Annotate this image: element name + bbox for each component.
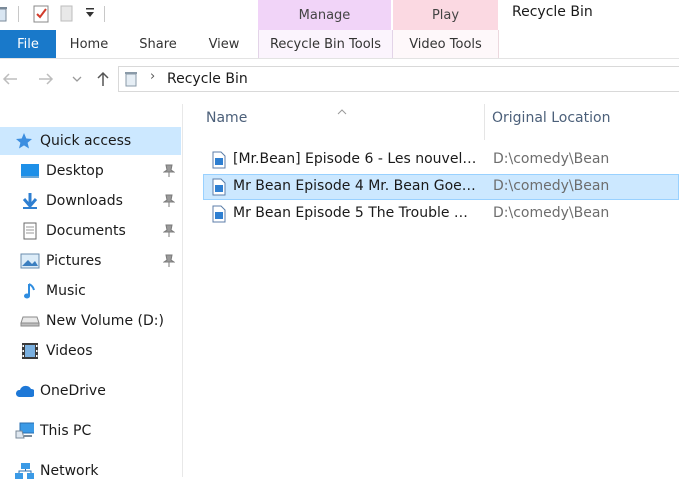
- tab-video-tools[interactable]: Video Tools: [393, 30, 499, 58]
- pictures-icon: [20, 252, 40, 270]
- pin-icon[interactable]: [162, 254, 176, 272]
- video-file-icon: [212, 205, 226, 227]
- sidebar-item-label: OneDrive: [40, 383, 106, 399]
- sidebar-item-documents[interactable]: Documents: [20, 217, 181, 245]
- sidebar-item-music[interactable]: Music: [20, 277, 181, 305]
- window-title: Recycle Bin: [512, 4, 593, 20]
- cloud-icon: [14, 382, 34, 400]
- sidebar-item-onedrive[interactable]: OneDrive: [14, 377, 181, 405]
- ribbon-tab-bar: File Home Share View Recycle Bin Tools V…: [0, 30, 679, 59]
- sidebar-item-downloads[interactable]: Downloads: [20, 187, 181, 215]
- properties-checkmark-icon[interactable]: [33, 4, 50, 27]
- column-header-original-location[interactable]: Original Location: [492, 110, 610, 126]
- video-file-icon: [212, 151, 226, 173]
- sidebar-item-desktop[interactable]: Desktop: [20, 157, 181, 185]
- sidebar-item-network[interactable]: Network: [14, 457, 181, 485]
- file-row[interactable]: [Mr.Bean] Episode 6 - Les nouvelles aven…: [203, 147, 679, 173]
- sidebar-item-label: Desktop: [46, 163, 104, 179]
- column-divider[interactable]: [484, 104, 485, 140]
- forward-arrow-icon[interactable]: [36, 68, 56, 90]
- tab-file[interactable]: File: [0, 30, 56, 58]
- computer-icon: [14, 422, 34, 440]
- column-header-name[interactable]: Name: [206, 110, 247, 126]
- drive-icon: [20, 312, 40, 330]
- sidebar-item-this-pc[interactable]: This PC: [14, 417, 181, 445]
- music-note-icon: [20, 282, 40, 300]
- pin-icon[interactable]: [162, 194, 176, 212]
- sidebar-item-label: Downloads: [46, 193, 123, 209]
- toolbar-separator: [104, 6, 105, 22]
- recycle-bin-icon: [0, 6, 8, 26]
- star-icon: [14, 132, 34, 150]
- recycle-bin-icon: [124, 71, 138, 91]
- documents-icon: [20, 222, 40, 240]
- up-arrow-icon[interactable]: [93, 68, 113, 90]
- download-arrow-icon: [20, 192, 40, 210]
- sidebar-item-videos[interactable]: Videos: [20, 337, 181, 365]
- tab-recycle-bin-tools[interactable]: Recycle Bin Tools: [258, 30, 393, 58]
- sidebar-item-quick-access[interactable]: Quick access: [0, 127, 181, 155]
- sidebar-item-label: Quick access: [40, 133, 132, 149]
- tab-view[interactable]: View: [194, 30, 254, 58]
- tab-share[interactable]: Share: [124, 30, 192, 58]
- sidebar-item-new-volume[interactable]: New Volume (D:): [20, 307, 181, 335]
- play-label: Play: [431, 7, 460, 23]
- file-name: [Mr.Bean] Episode 6 - Les nouvelles aven…: [233, 151, 477, 167]
- sidebar-item-label: Documents: [46, 223, 126, 239]
- video-file-icon: [212, 178, 226, 200]
- desktop-icon: [20, 162, 40, 180]
- toolbar-separator: [18, 6, 19, 22]
- new-folder-icon[interactable]: [60, 4, 74, 27]
- sidebar-item-pictures[interactable]: Pictures: [20, 247, 181, 275]
- pin-icon[interactable]: [162, 164, 176, 182]
- sidebar-item-label: Videos: [46, 343, 93, 359]
- sidebar-item-label: New Volume (D:): [46, 313, 164, 329]
- file-name: Mr Bean Episode 4 Mr. Bean Goes to Town: [233, 178, 477, 194]
- file-name: Mr Bean Episode 5 The Trouble with Mr. B…: [233, 205, 477, 221]
- play-context-header: Play: [393, 0, 498, 30]
- manage-context-header: Manage: [258, 0, 391, 30]
- sidebar-item-label: This PC: [40, 423, 92, 439]
- file-original-location: D:\comedy\Bean: [493, 205, 610, 221]
- file-original-location: D:\comedy\Bean: [493, 151, 610, 167]
- breadcrumb-chevron-icon[interactable]: ›: [150, 69, 155, 84]
- file-row[interactable]: Mr Bean Episode 5 The Trouble with Mr. B…: [203, 201, 679, 227]
- pin-icon[interactable]: [162, 224, 176, 242]
- title-bar: Manage Play Recycle Bin: [0, 0, 679, 30]
- sort-ascending-chevron-icon: [337, 103, 347, 119]
- film-icon: [20, 342, 40, 360]
- network-icon: [14, 462, 34, 480]
- customize-quick-access-dropdown-icon[interactable]: [85, 7, 95, 23]
- back-arrow-icon[interactable]: [0, 68, 20, 90]
- recent-locations-chevron-icon[interactable]: [70, 68, 84, 90]
- breadcrumb[interactable]: Recycle Bin: [167, 71, 248, 87]
- file-row-selected[interactable]: Mr Bean Episode 4 Mr. Bean Goes to Town …: [203, 174, 679, 200]
- sidebar-item-label: Music: [46, 283, 86, 299]
- manage-label: Manage: [298, 7, 351, 23]
- file-original-location: D:\comedy\Bean: [493, 178, 610, 194]
- tab-home[interactable]: Home: [56, 30, 122, 58]
- sidebar-item-label: Pictures: [46, 253, 102, 269]
